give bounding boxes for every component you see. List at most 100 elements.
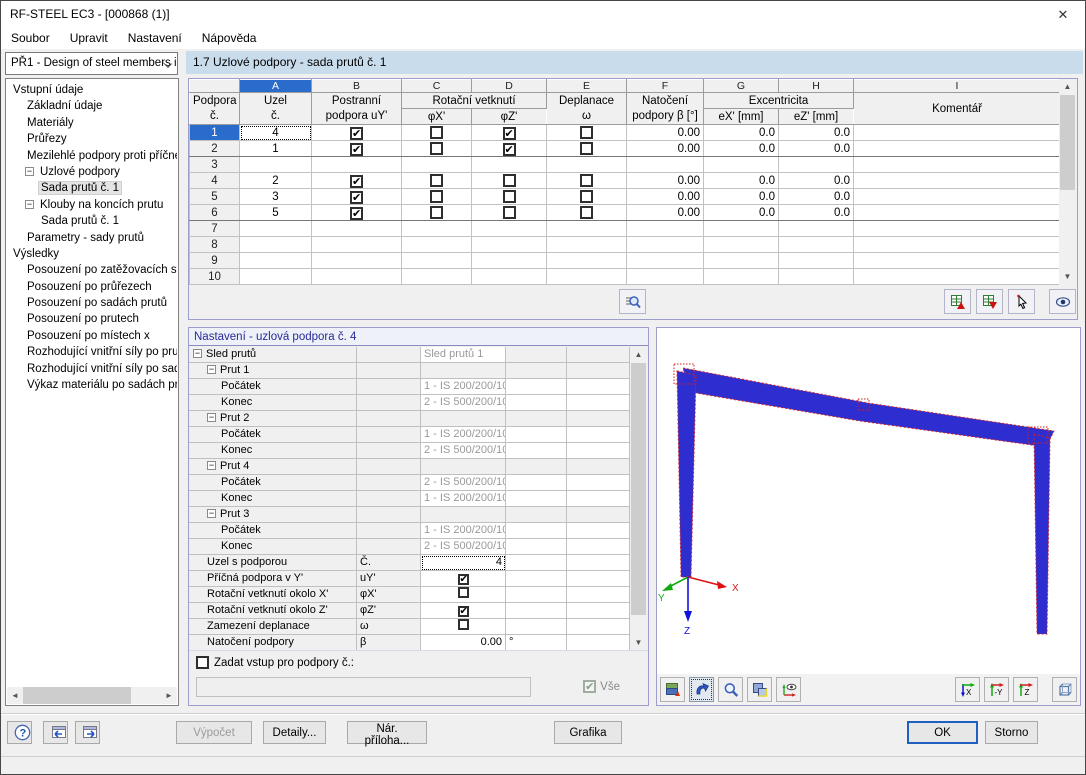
row-header[interactable]: 7 [189, 220, 240, 237]
cell-phiz-checkbox[interactable]: ✔ [471, 140, 547, 157]
cell-phiz-checkbox[interactable] [471, 188, 547, 205]
settings-value-cell[interactable]: 1 - IS 200/200/10/15/5 [421, 523, 506, 539]
help-button[interactable]: ? [7, 721, 32, 744]
cell-beta[interactable]: 0.00 [626, 172, 704, 189]
national-annex-button[interactable]: Nár. příloha... [347, 721, 427, 747]
empty-cell[interactable] [853, 268, 1061, 285]
phiz-checkbox[interactable] [502, 189, 516, 203]
cell-omega-checkbox[interactable] [546, 140, 627, 157]
phiz-checkbox[interactable] [502, 173, 516, 187]
uy-checkbox[interactable]: ✔ [350, 190, 363, 204]
cell-node-number[interactable]: 3 [239, 188, 312, 205]
sidebar-item[interactable]: Posouzení po místech x [7, 328, 177, 344]
tree-collapse-icon[interactable] [207, 507, 216, 520]
apply-to-supports-checkbox[interactable] [196, 656, 209, 669]
empty-cell[interactable] [546, 156, 627, 173]
calculate-button[interactable]: Výpočet [176, 721, 252, 744]
sidebar-item[interactable]: Klouby na koncích prutu [7, 197, 177, 213]
sidebar-item[interactable]: Uzlové podpory [7, 164, 177, 180]
cell-comment[interactable] [853, 124, 1061, 141]
cell-omega-checkbox[interactable] [546, 188, 627, 205]
design-case-select[interactable]: PŘ1 - Design of steel members i [5, 52, 178, 75]
empty-cell[interactable] [401, 252, 472, 269]
view-minus-y-button[interactable]: -Y [984, 677, 1009, 702]
empty-cell[interactable] [546, 236, 627, 253]
phix-checkbox[interactable] [430, 125, 443, 139]
settings-value-cell[interactable] [421, 587, 506, 603]
cell-uy-checkbox[interactable]: ✔ [311, 188, 402, 205]
cell-beta[interactable]: 0.00 [626, 188, 704, 205]
tree-collapse-icon[interactable] [207, 459, 216, 472]
empty-cell[interactable] [311, 236, 402, 253]
phix-checkbox[interactable] [430, 173, 443, 187]
view-z-button[interactable]: Z [1013, 677, 1038, 702]
cell-ez[interactable]: 0.0 [778, 140, 854, 157]
empty-cell[interactable] [853, 236, 1061, 253]
cell-node-number[interactable]: 5 [239, 204, 312, 221]
empty-cell[interactable] [546, 268, 627, 285]
omega-checkbox[interactable] [580, 173, 593, 187]
cell-uy-checkbox[interactable]: ✔ [311, 172, 402, 189]
cell-phiz-checkbox[interactable]: ✔ [471, 124, 547, 141]
table-vscrollbar[interactable]: ▲ ▼ [1059, 79, 1076, 285]
uy-checkbox[interactable]: ✔ [350, 142, 363, 156]
cell-uy-checkbox[interactable]: ✔ [311, 140, 402, 157]
row-header[interactable]: 3 [189, 156, 240, 173]
cell-node-number[interactable]: 2 [239, 172, 312, 189]
column-letter-B[interactable]: B [311, 79, 402, 93]
column-letter-A[interactable]: A [239, 79, 312, 93]
row-header[interactable]: 2 [189, 140, 240, 157]
previous-table-button[interactable] [43, 721, 68, 744]
empty-cell[interactable] [778, 236, 854, 253]
cell-phix-checkbox[interactable] [401, 172, 472, 189]
tree-collapse-icon[interactable] [25, 165, 34, 178]
cell-ez[interactable]: 0.0 [778, 204, 854, 221]
settings-value-cell[interactable]: 2 - IS 500/200/10/15/5 [421, 475, 506, 491]
menu-item-3[interactable]: Nápověda [192, 28, 267, 45]
cell-phix-checkbox[interactable] [401, 124, 472, 141]
scroll-left-icon[interactable]: ◄ [7, 687, 23, 704]
row-header[interactable]: 5 [189, 188, 240, 205]
phix-checkbox[interactable] [430, 141, 443, 155]
scroll-right-icon[interactable]: ► [161, 687, 177, 704]
empty-cell[interactable] [311, 220, 402, 237]
empty-cell[interactable] [239, 252, 312, 269]
empty-cell[interactable] [778, 268, 854, 285]
tree-collapse-icon[interactable] [207, 411, 216, 424]
scrollbar-thumb[interactable] [23, 687, 131, 704]
supports-numbers-input[interactable] [196, 677, 531, 697]
scroll-up-icon[interactable]: ▲ [630, 347, 647, 363]
view-x-button[interactable]: X [955, 677, 980, 702]
row-header[interactable]: 4 [189, 172, 240, 189]
sidebar-item[interactable]: Posouzení po průřezech [7, 279, 177, 295]
column-letter-C[interactable]: C [401, 79, 472, 93]
empty-cell[interactable] [546, 252, 627, 269]
settings-value-cell[interactable]: 1 - IS 200/200/10/15/5 [421, 427, 506, 443]
cancel-button[interactable]: Storno [985, 721, 1038, 744]
sidebar-item[interactable]: Posouzení po sadách prutů [7, 295, 177, 311]
empty-cell[interactable] [239, 220, 312, 237]
cell-uy-checkbox[interactable]: ✔ [311, 124, 402, 141]
sidebar-item[interactable]: Výsledky [7, 246, 177, 262]
row-header[interactable]: 9 [189, 252, 240, 269]
empty-cell[interactable] [401, 236, 472, 253]
view-direction-button[interactable] [776, 677, 801, 702]
scroll-up-icon[interactable]: ▲ [1059, 79, 1076, 95]
uy-checkbox[interactable]: ✔ [350, 174, 363, 188]
sidebar-item[interactable]: Materiály [7, 115, 177, 131]
excel-import-button[interactable] [944, 289, 971, 314]
settings-value-cell[interactable] [421, 507, 506, 523]
cell-ex[interactable]: 0.0 [703, 188, 779, 205]
omega-checkbox[interactable] [580, 141, 593, 155]
row-header[interactable]: 6 [189, 204, 240, 221]
next-table-button[interactable] [75, 721, 100, 744]
cell-ez[interactable]: 0.0 [778, 172, 854, 189]
window-views-button[interactable] [747, 677, 772, 702]
cell-ex[interactable]: 0.0 [703, 204, 779, 221]
scroll-down-icon[interactable]: ▼ [630, 635, 647, 651]
column-letter-G[interactable]: G [703, 79, 779, 93]
phiz-checkbox[interactable]: ✔ [502, 126, 516, 140]
empty-cell[interactable] [239, 268, 312, 285]
sidebar-item[interactable]: Posouzení po prutech [7, 311, 177, 327]
settings-value-cell[interactable]: 0.00 [421, 635, 506, 651]
